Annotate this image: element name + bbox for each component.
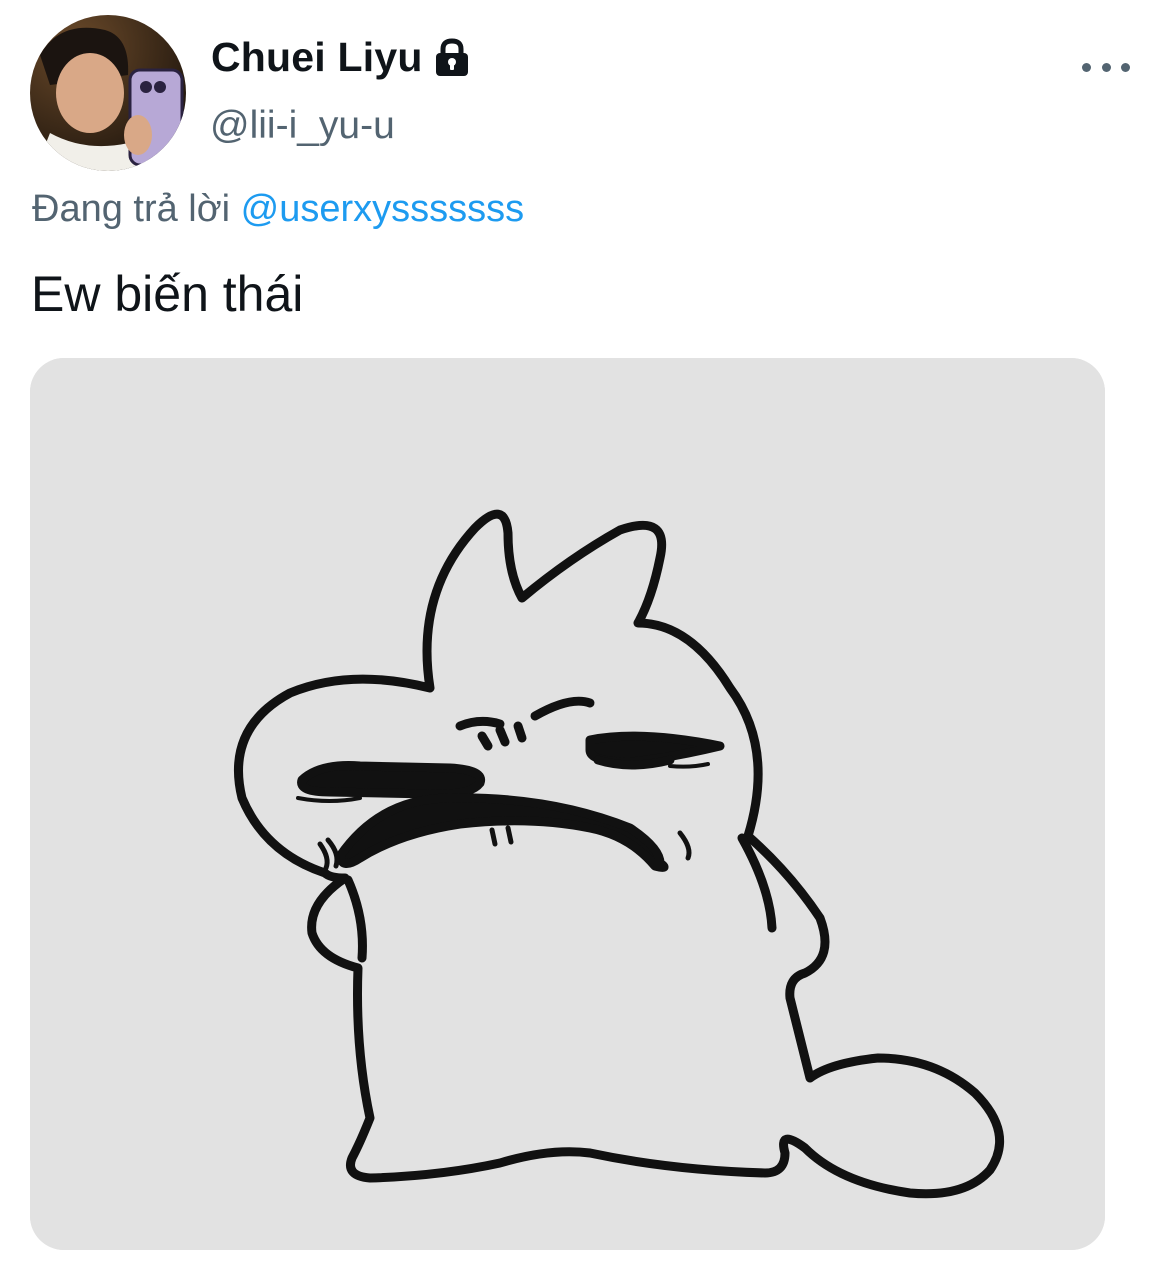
avatar[interactable] <box>30 15 186 171</box>
replying-to-label: Đang trả lời <box>32 188 231 230</box>
lock-icon <box>433 37 471 78</box>
more-dot <box>1101 62 1111 72</box>
grimacing-cartoon-creature <box>30 358 1105 1250</box>
display-name-text: Chuei Liyu <box>211 34 423 80</box>
more-horizontal-icon[interactable] <box>1082 52 1130 82</box>
author-handle[interactable]: @lii-i_yu-u <box>210 104 395 148</box>
tweet-text: Ew biến thái <box>31 266 304 322</box>
reply-mention-link[interactable]: @userxysssssss <box>241 188 525 230</box>
avatar-photo <box>30 15 186 171</box>
more-dot <box>1121 62 1130 72</box>
tweet-media-image[interactable] <box>30 358 1105 1250</box>
replying-to-line: Đang trả lời @userxysssssss <box>32 188 524 231</box>
tweet: Chuei Liyu @lii-i_yu-u Đang trả lời @use… <box>0 0 1170 1267</box>
author-display-name[interactable]: Chuei Liyu <box>211 34 471 81</box>
more-dot <box>1082 62 1091 72</box>
